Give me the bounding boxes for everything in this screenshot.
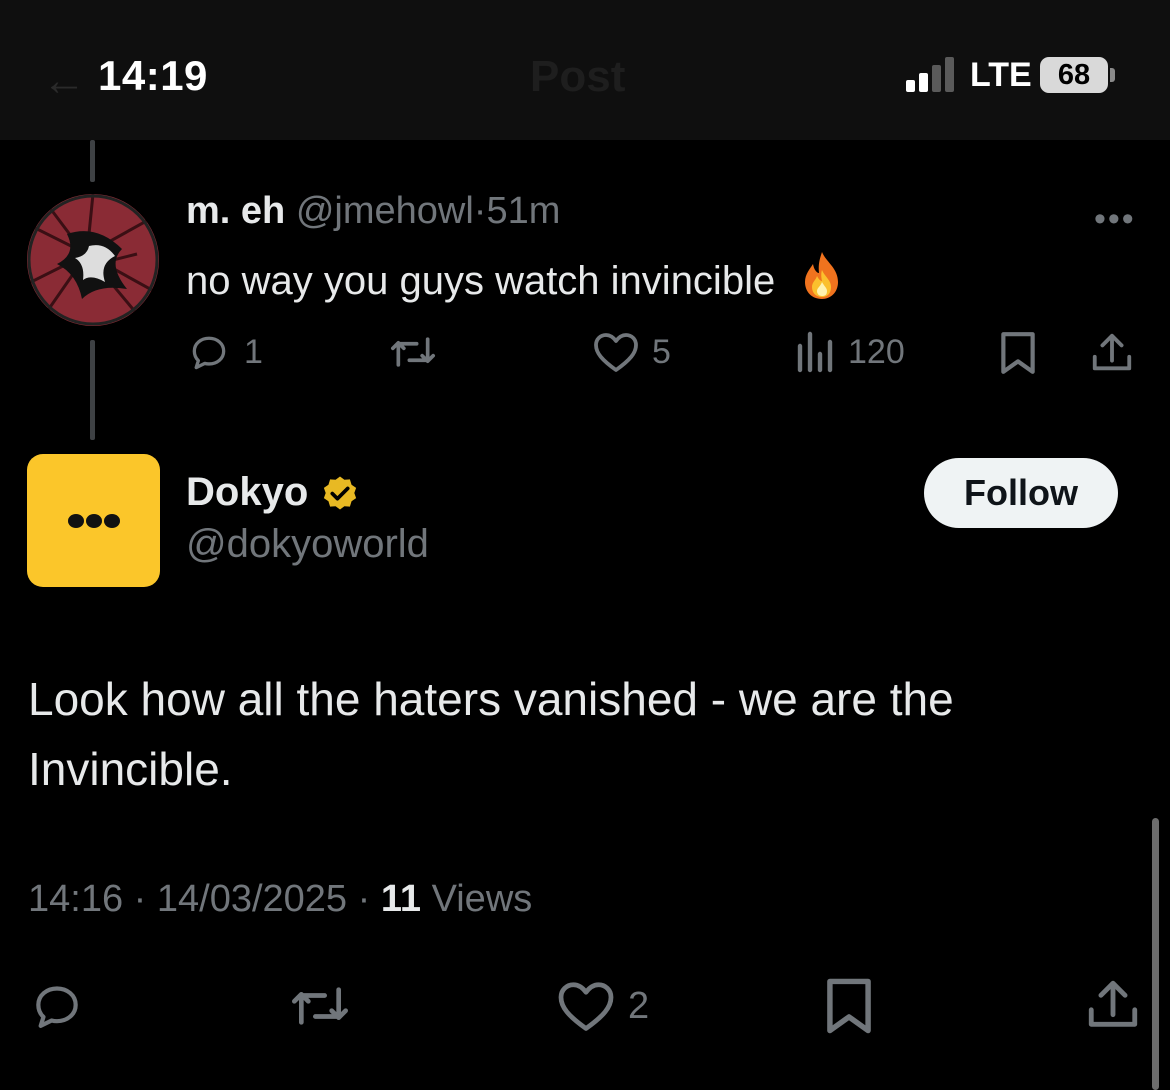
reply-header: m. eh @jmehowl·51m (186, 190, 560, 233)
bookmark-icon (827, 978, 871, 1034)
post-time[interactable]: 14:16 (28, 878, 123, 920)
meta-separator-2: · (357, 878, 371, 920)
bookmark-icon (1001, 332, 1035, 374)
post-date[interactable]: 14/03/2025 (157, 878, 347, 920)
ellipsis-logo-icon (68, 514, 120, 528)
main-avatar[interactable] (27, 454, 160, 587)
retweet-icon (391, 337, 435, 367)
battery-icon: 68 (1040, 57, 1108, 93)
follow-button[interactable]: Follow (924, 458, 1118, 528)
main-reply-button[interactable] (28, 978, 86, 1034)
more-options-icon[interactable]: ••• (1094, 200, 1136, 239)
battery-tip (1110, 68, 1115, 82)
back-arrow-icon[interactable]: ← (42, 56, 86, 106)
post-meta: 14:16 · 14/03/2025 · 11 Views (28, 878, 532, 921)
heart-icon (558, 982, 614, 1031)
meta-separator-1: · (133, 878, 147, 920)
main-post-text: Look how all the haters vanished - we ar… (28, 673, 954, 795)
share-icon (1092, 333, 1132, 371)
reply-like-button[interactable]: 5 (592, 330, 671, 374)
reply-display-name[interactable]: m. eh (186, 190, 285, 232)
reply-like-count: 5 (652, 332, 671, 371)
reply-reply-button[interactable]: 1 (186, 330, 263, 374)
fire-icon (800, 250, 844, 310)
reply-reply-count: 1 (244, 332, 263, 371)
reply-share-button[interactable] (1088, 330, 1136, 376)
heart-icon (594, 333, 638, 372)
post-views-count: 11 (380, 878, 422, 920)
main-retweet-button[interactable] (286, 978, 354, 1034)
reply-views-button[interactable]: 120 (796, 330, 905, 374)
main-display-name-row: Dokyo (186, 470, 362, 515)
thread-line-top (90, 140, 95, 182)
reply-bookmark-button[interactable] (998, 330, 1038, 376)
main-like-count: 2 (628, 984, 650, 1027)
battery-level: 68 (1057, 59, 1091, 91)
comment-icon (36, 986, 78, 1028)
main-handle[interactable]: @dokyoworld (186, 522, 429, 567)
thread-line-bottom (90, 340, 95, 440)
cellular-signal-icon (906, 56, 960, 92)
top-bar: ← Post 14:19 LTE 68 (0, 0, 1170, 140)
reply-retweet-button[interactable] (386, 330, 452, 374)
network-type: LTE (970, 56, 1032, 94)
views-icon (797, 331, 833, 373)
comment-icon (192, 336, 226, 370)
reply-handle[interactable]: @jmehowl (296, 190, 474, 232)
main-bookmark-button[interactable] (824, 976, 874, 1036)
main-display-name[interactable]: Dokyo (186, 470, 308, 515)
main-like-button[interactable]: 2 (556, 978, 649, 1034)
reply-views-count: 120 (848, 332, 905, 371)
scrollbar[interactable] (1152, 818, 1159, 1090)
post-views-label[interactable]: Views (432, 878, 533, 920)
status-time: 14:19 (98, 52, 208, 99)
share-icon (1088, 980, 1138, 1027)
reply-time[interactable]: 51m (486, 190, 560, 232)
reply-avatar[interactable] (27, 194, 159, 326)
reply-text: no way you guys watch invincible (186, 250, 844, 310)
retweet-icon (292, 987, 348, 1025)
reply-text-content: no way you guys watch invincible (186, 259, 776, 303)
verified-badge-icon[interactable] (318, 471, 362, 515)
main-share-button[interactable] (1084, 976, 1142, 1034)
header-title: Post (530, 52, 626, 101)
reply-separator: · (473, 190, 487, 232)
